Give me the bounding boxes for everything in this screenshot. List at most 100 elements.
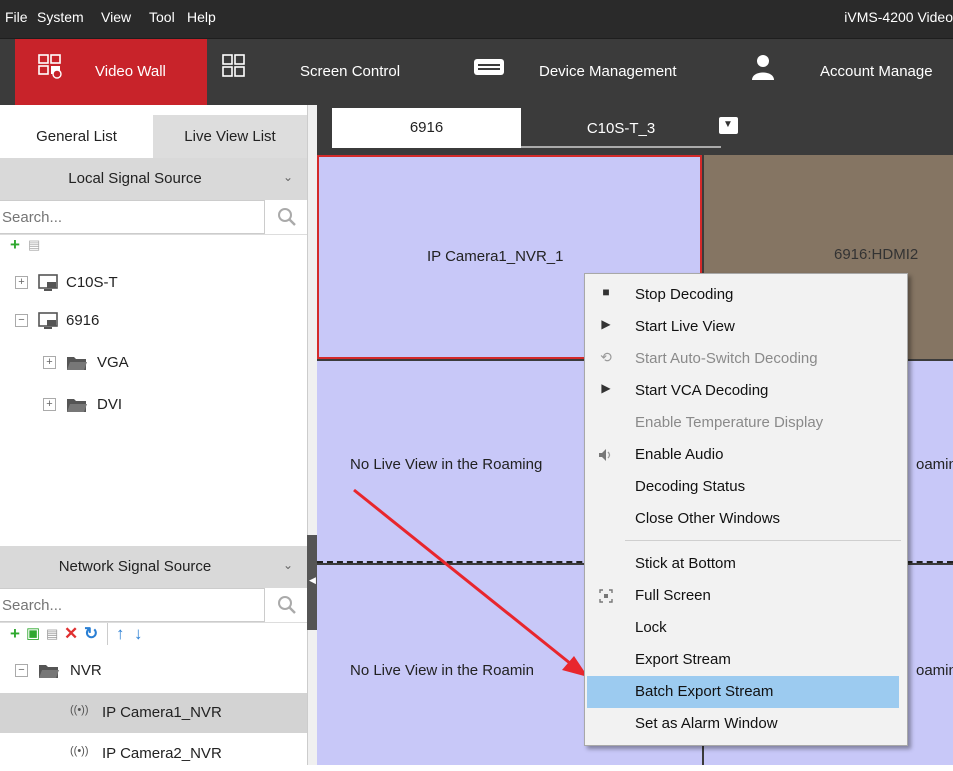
play-icon: ▶ xyxy=(601,381,611,395)
tree-node-ip-camera1[interactable]: ((•)) IP Camera1_NVR xyxy=(0,693,307,733)
menu-system[interactable]: System xyxy=(37,9,84,25)
screen-dropdown-button[interactable]: ▼ xyxy=(719,117,738,134)
user-icon xyxy=(752,55,774,80)
menu-item-start-live-view[interactable]: ▶ Start Live View xyxy=(585,311,907,343)
network-signal-source-header[interactable]: Network Signal Source ⌄ xyxy=(0,546,307,588)
tree-node-6916[interactable]: − 6916 xyxy=(0,303,307,339)
tab-screen-control-label: Screen Control xyxy=(300,63,401,80)
screen-tabs: 6916 C10S-T_3 ▼ xyxy=(317,105,953,155)
menu-item-enable-audio[interactable]: Enable Audio xyxy=(585,439,907,471)
chevron-down-icon: ▼ xyxy=(723,119,733,130)
expand-icon[interactable]: + xyxy=(43,356,56,369)
menu-item-enable-temperature-display: Enable Temperature Display xyxy=(635,414,824,431)
list-icon[interactable]: ▤ xyxy=(46,623,58,645)
left-panel-tabs: General List Live View List xyxy=(0,115,307,159)
divider xyxy=(107,623,108,645)
tab-live-view-list[interactable]: Live View List xyxy=(153,115,307,159)
network-search-input[interactable] xyxy=(0,588,265,622)
add-device-icon[interactable]: ▣ xyxy=(26,623,40,645)
menu-file[interactable]: File xyxy=(5,9,28,25)
local-source-actions: + ▤ xyxy=(0,234,307,260)
tab-general-list[interactable]: General List xyxy=(0,115,153,159)
play-icon: ▶ xyxy=(601,317,611,331)
add-icon[interactable]: + xyxy=(10,623,20,645)
expand-icon[interactable]: + xyxy=(15,276,28,289)
tab-video-wall-label: Video Wall xyxy=(95,63,166,80)
tree-node-c10s-t[interactable]: + C10S-T xyxy=(0,265,307,301)
wall-window-label: IP Camera1_NVR_1 xyxy=(427,248,564,265)
wall-window-label: 6916:HDMI2 xyxy=(834,246,919,263)
menu-view[interactable]: View xyxy=(101,9,131,25)
tree-node-nvr[interactable]: − NVR xyxy=(0,653,307,689)
tab-account-management[interactable]: Account Manage xyxy=(734,39,953,106)
wall-window-label: No Live View in the Roaming xyxy=(350,456,543,473)
main-toolbar: Video Wall Screen Control Device Managem… xyxy=(0,38,953,106)
speaker-icon xyxy=(599,449,611,461)
video-wall-icon xyxy=(38,54,62,79)
move-up-icon[interactable]: ↑ xyxy=(116,623,125,645)
search-icon[interactable] xyxy=(277,595,297,615)
tree-label: VGA xyxy=(97,354,129,371)
folder-icon xyxy=(67,399,87,412)
annotation-arrow xyxy=(353,488,588,677)
tree-label: 6916 xyxy=(66,312,100,329)
menu-bar: File System View Tool Help iVMS-4200 Vid… xyxy=(0,0,953,38)
camera-signal-icon: ((•)) xyxy=(70,704,89,716)
wall-window-label: oamin xyxy=(916,456,953,473)
tab-video-wall[interactable]: Video Wall xyxy=(15,39,207,106)
network-signal-source-title: Network Signal Source xyxy=(58,558,212,575)
menu-tool[interactable]: Tool xyxy=(149,9,175,25)
menu-help[interactable]: Help xyxy=(187,9,216,25)
local-signal-source-title: Local Signal Source xyxy=(68,170,202,187)
local-signal-source-header[interactable]: Local Signal Source ⌄ xyxy=(0,158,307,200)
tab-device-management-label: Device Management xyxy=(539,63,677,80)
menu-item-decoding-status[interactable]: Decoding Status xyxy=(585,471,907,503)
wall-window-label: oamin xyxy=(916,662,953,679)
tree-label: DVI xyxy=(97,396,123,413)
menu-item-lock[interactable]: Lock xyxy=(585,612,907,644)
search-icon[interactable] xyxy=(277,207,297,227)
menu-item-export-stream[interactable]: Export Stream xyxy=(585,644,907,676)
menu-item-stop-decoding[interactable]: ■ Stop Decoding xyxy=(585,279,907,311)
network-search xyxy=(0,588,307,623)
fullscreen-icon xyxy=(599,589,613,603)
tab-account-management-label: Account Manage xyxy=(820,63,933,80)
list-icon[interactable]: ▤ xyxy=(28,234,40,256)
tab-device-management[interactable]: Device Management xyxy=(437,39,734,106)
menu-item-full-screen[interactable]: Full Screen xyxy=(585,580,907,612)
tab-screen-control[interactable]: Screen Control xyxy=(207,39,437,106)
context-menu: ■ Stop Decoding ▶ Start Live View ⟲ Star… xyxy=(584,273,908,746)
menu-item-start-vca-decoding[interactable]: ▶ Start VCA Decoding xyxy=(585,375,907,407)
collapse-icon[interactable]: − xyxy=(15,664,28,677)
menu-item-batch-export-stream[interactable]: Batch Export Stream xyxy=(587,676,899,708)
collapse-icon[interactable]: − xyxy=(15,314,28,327)
tree-label: C10S-T xyxy=(66,274,118,291)
folder-icon xyxy=(39,665,59,678)
tree-node-dvi[interactable]: + DVI xyxy=(0,387,307,423)
refresh-icon[interactable]: ↻ xyxy=(84,623,98,645)
menu-item-start-auto-switch-decoding: ⟲ Start Auto-Switch Decoding xyxy=(585,343,907,375)
screen-tab-c10s-t-3[interactable]: C10S-T_3 xyxy=(521,108,721,148)
monitor-icon xyxy=(38,274,58,291)
tree-label: IP Camera1_NVR xyxy=(102,704,222,721)
tree-node-vga[interactable]: + VGA xyxy=(0,345,307,381)
collapse-panel-handle[interactable]: ◀ xyxy=(307,535,317,630)
tree-label: IP Camera2_NVR xyxy=(102,745,222,762)
chevron-down-icon: ⌄ xyxy=(282,558,293,572)
local-search-input[interactable] xyxy=(0,200,265,234)
add-icon[interactable]: + xyxy=(10,234,20,256)
folder-icon xyxy=(67,357,87,370)
delete-icon[interactable]: ✕ xyxy=(64,623,78,645)
move-down-icon[interactable]: ↓ xyxy=(134,623,143,645)
auto-switch-icon: ⟲ xyxy=(600,349,612,365)
camera-signal-icon: ((•)) xyxy=(70,745,89,757)
tree-node-ip-camera2[interactable]: ((•)) IP Camera2_NVR xyxy=(0,735,307,771)
local-search xyxy=(0,200,307,235)
menu-item-set-as-alarm-window[interactable]: Set as Alarm Window xyxy=(585,708,907,740)
expand-icon[interactable]: + xyxy=(43,398,56,411)
screen-tab-6916[interactable]: 6916 xyxy=(332,108,521,148)
screen-grid-icon xyxy=(222,54,245,77)
menu-separator xyxy=(625,540,901,541)
menu-item-close-other-windows[interactable]: Close Other Windows xyxy=(585,503,907,535)
menu-item-stick-at-bottom[interactable]: Stick at Bottom xyxy=(585,548,907,580)
